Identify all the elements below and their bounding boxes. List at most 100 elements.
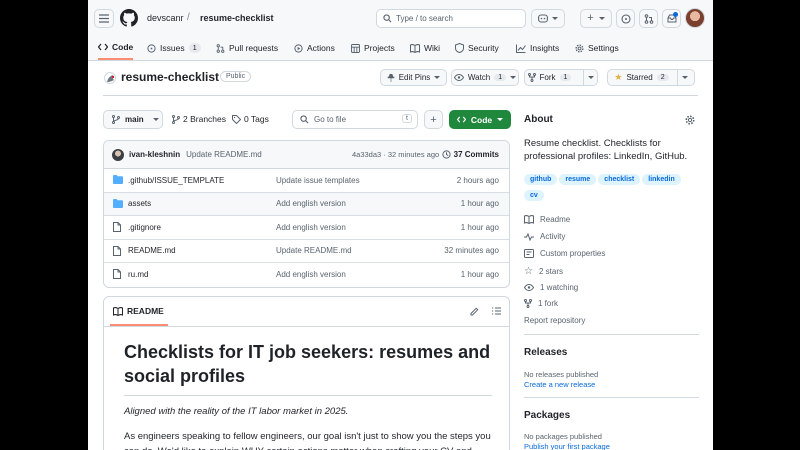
file-name[interactable]: .gitignore [128, 223, 161, 232]
packages-title[interactable]: Packages [524, 410, 570, 421]
file-commit-message[interactable]: Add english version [276, 223, 346, 232]
branch-label: main [125, 115, 144, 124]
issues-shortcut-button[interactable] [616, 9, 635, 28]
add-file-button[interactable]: + [424, 110, 443, 129]
plus-icon: + [587, 12, 594, 24]
topic-tag[interactable]: resume [559, 174, 597, 185]
file-name[interactable]: README.md [128, 246, 176, 255]
starred-button[interactable]: ★ Starred 2 [607, 69, 695, 86]
go-to-file-input[interactable]: Go to file t [292, 110, 418, 129]
notification-dot [673, 12, 678, 17]
branch-icon [112, 115, 120, 124]
file-commit-message[interactable]: Update README.md [276, 246, 352, 255]
sidebar-link-stars[interactable]: ☆ 2 stars [524, 266, 563, 277]
tab-projects-label: Projects [364, 43, 395, 53]
releases-title[interactable]: Releases [524, 347, 567, 358]
file-row[interactable]: ru.md Add english version 1 hour ago [104, 263, 509, 287]
breadcrumb-owner[interactable]: devscanr [147, 13, 184, 23]
chevron-down-icon [152, 117, 159, 122]
file-row[interactable]: assets Add english version 1 hour ago [104, 192, 509, 216]
tab-actions[interactable]: Actions [294, 36, 335, 60]
tags-link[interactable]: 0 Tags [232, 114, 269, 124]
author-avatar[interactable] [112, 148, 124, 161]
eye-icon [453, 74, 464, 81]
hamburger-menu-button[interactable] [94, 9, 114, 28]
sidebar-link-activity[interactable]: Activity [524, 232, 565, 241]
file-row[interactable]: .github/ISSUE_TEMPLATE Update issue temp… [104, 169, 509, 193]
sidebar-link-label: 2 stars [538, 267, 563, 276]
tab-projects[interactable]: Projects [351, 36, 395, 60]
gear-icon[interactable] [685, 115, 695, 125]
commit-message[interactable]: Update README.md [186, 150, 262, 159]
book-icon [524, 215, 534, 224]
tab-wiki[interactable]: Wiki [410, 36, 440, 60]
topic-tag[interactable]: cv [524, 190, 544, 201]
topic-tag[interactable]: github [524, 174, 558, 185]
branch-selector[interactable]: main [103, 110, 163, 129]
file-commit-message[interactable]: Update issue templates [276, 176, 360, 185]
table-icon [351, 43, 360, 53]
tab-pull-requests[interactable]: Pull requests [216, 36, 278, 60]
file-name[interactable]: assets [128, 199, 151, 208]
publish-package-link[interactable]: Publish your first package [524, 442, 610, 450]
topics-list: github resume checklist linkedin cv [524, 173, 696, 205]
edit-pins-label: Edit Pins [398, 73, 431, 82]
repo-owner-avatar [104, 72, 116, 84]
book-icon [113, 306, 123, 316]
edit-pins-button[interactable]: Edit Pins [380, 69, 447, 86]
pull-request-icon [644, 13, 654, 24]
chevron-down-icon [510, 75, 517, 80]
report-repository-link[interactable]: Report repository [524, 316, 585, 325]
pencil-icon[interactable] [470, 307, 479, 316]
file-name[interactable]: ru.md [128, 270, 148, 279]
repo-title[interactable]: resume-checklist [121, 70, 219, 84]
create-new-button[interactable]: + [580, 9, 612, 28]
branches-link[interactable]: 2 Branches [172, 114, 226, 124]
file-commit-message[interactable]: Add english version [276, 270, 346, 279]
topic-tag[interactable]: linkedin [642, 174, 681, 185]
tab-insights[interactable]: Insights [516, 36, 559, 60]
file-commit-message[interactable]: Add english version [276, 199, 346, 208]
tab-security-label: Security [468, 43, 499, 53]
copilot-icon [538, 14, 548, 23]
file-name[interactable]: .github/ISSUE_TEMPLATE [128, 176, 224, 185]
fork-icon [524, 299, 532, 308]
inbox-button[interactable] [662, 9, 681, 28]
commit-sha[interactable]: 4a33da3 [352, 150, 381, 159]
sidebar-link-watching[interactable]: 1 watching [524, 283, 578, 292]
file-row[interactable]: README.md Update README.md 32 minutes ag… [104, 240, 509, 263]
breadcrumb-repo[interactable]: resume-checklist [200, 13, 274, 23]
code-button[interactable]: Code [449, 110, 511, 129]
copilot-button[interactable] [531, 9, 565, 28]
search-input[interactable]: Type / to search [376, 9, 526, 28]
tab-issues[interactable]: Issues 1 [147, 36, 201, 60]
star-divider [676, 69, 678, 86]
tab-security[interactable]: Security [455, 36, 499, 60]
github-page: devscanr / resume-checklist Type / to se… [88, 0, 713, 450]
note-icon [524, 249, 534, 258]
github-logo-icon[interactable] [120, 9, 138, 27]
file-row[interactable]: .gitignore Add english version 1 hour ag… [104, 216, 509, 240]
pull-requests-shortcut-button[interactable] [639, 9, 658, 28]
avatar[interactable] [685, 8, 705, 28]
watch-button[interactable]: Watch 1 [451, 69, 519, 86]
graph-icon [516, 44, 526, 53]
tab-settings[interactable]: Settings [575, 36, 619, 60]
create-release-link[interactable]: Create a new release [524, 380, 595, 389]
commit-time: · 32 minutes ago [383, 150, 440, 159]
list-icon[interactable] [492, 307, 501, 315]
tab-code[interactable]: Code [98, 36, 134, 60]
sidebar-link-custom-properties[interactable]: Custom properties [524, 249, 605, 258]
fork-label: Fork [539, 73, 556, 82]
commits-link[interactable]: 37 Commits [442, 150, 499, 159]
fork-button[interactable]: Fork 1 [524, 69, 598, 86]
topic-tag[interactable]: checklist [598, 174, 641, 185]
sidebar-link-readme[interactable]: Readme [524, 215, 570, 224]
search-icon [300, 115, 309, 124]
play-icon [294, 43, 303, 53]
sidebar-link-forks[interactable]: 1 fork [524, 299, 558, 308]
header-divider [103, 95, 698, 96]
issue-icon [147, 43, 156, 53]
readme-tab[interactable]: README [113, 306, 164, 316]
commit-author[interactable]: ivan-kleshnin [129, 150, 180, 159]
